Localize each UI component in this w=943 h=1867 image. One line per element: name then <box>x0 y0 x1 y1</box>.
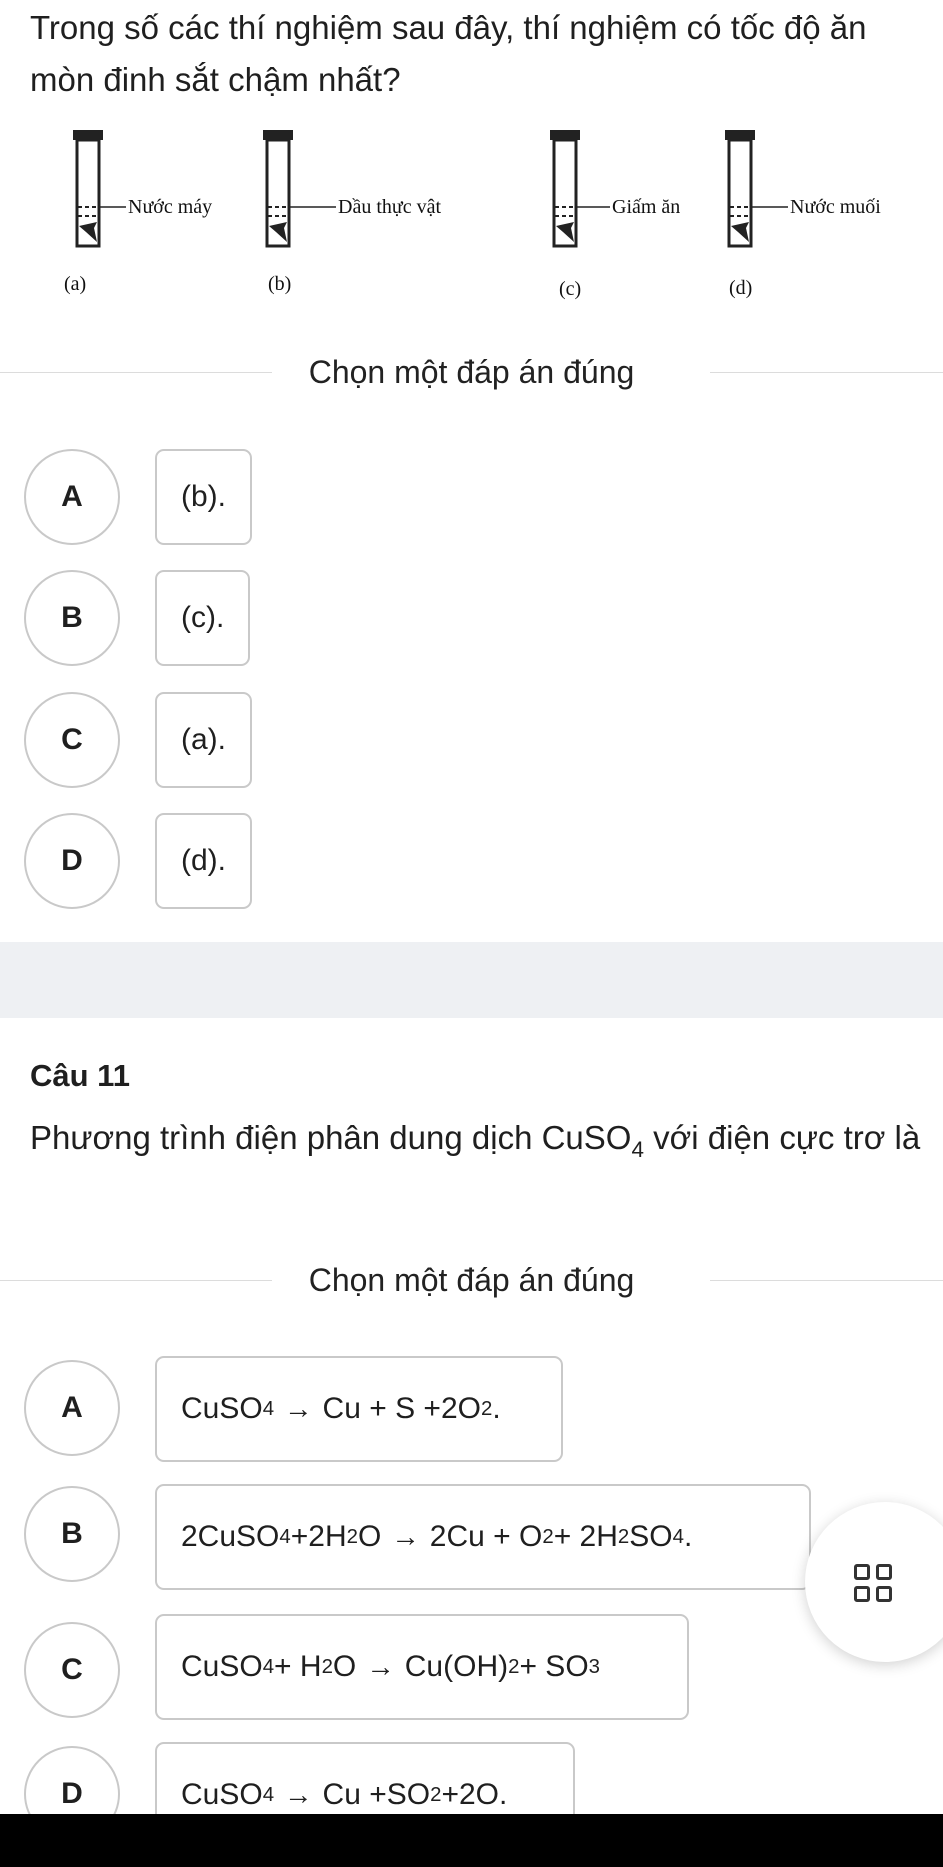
option-c-answer[interactable]: CuSO 4 + H 2 O → Cu(OH) 2 + SO 3 <box>155 1614 689 1720</box>
option-b-letter[interactable]: B <box>24 1486 120 1582</box>
tube-label-b: Dầu thực vật <box>338 196 441 218</box>
tube-label-d: Nước muối <box>790 196 881 218</box>
section-header: Chọn một đáp án đúng <box>0 1258 943 1302</box>
bottom-bar <box>0 1814 943 1867</box>
option-c-letter[interactable]: C <box>24 1622 120 1718</box>
question-text: Trong số các thí nghiệm sau đây, thí ngh… <box>30 9 867 98</box>
option-a-answer[interactable]: (b). <box>155 449 252 545</box>
section-header: Chọn một đáp án đúng <box>0 350 943 394</box>
tube-b: Dầu thực vật (b) <box>261 128 441 295</box>
tube-a: Nước máy (a) <box>64 128 212 295</box>
option-a-letter[interactable]: A <box>24 1360 120 1456</box>
question-number: Câu 11 <box>30 1058 130 1093</box>
question-grid-button[interactable] <box>805 1502 943 1662</box>
option-b-answer[interactable]: 2CuSO 4 +2H 2 O → 2Cu + O2 + 2H 2 SO 4. <box>155 1484 811 1590</box>
option-a-letter[interactable]: A <box>24 449 120 545</box>
question-separator <box>0 942 943 1018</box>
tube-tag-c: (c) <box>559 278 581 300</box>
grid-icon <box>854 1564 892 1602</box>
tube-tag-d: (d) <box>729 277 752 299</box>
option-b-answer[interactable]: (c). <box>155 570 251 666</box>
option-b-letter[interactable]: B <box>24 570 120 666</box>
option-c-answer[interactable]: (a). <box>155 692 252 788</box>
section-title: Chọn một đáp án đúng <box>308 1262 635 1298</box>
option-d-answer[interactable]: (d). <box>155 813 252 909</box>
option-c-letter[interactable]: C <box>24 692 120 788</box>
experiment-figure: Nước máy (a) Dầu thực vật (b) Giấm ăn (c… <box>64 128 881 300</box>
option-a-answer[interactable]: CuSO 4 → Cu + S +2O 2. <box>155 1356 563 1462</box>
tube-label-a: Nước máy <box>128 196 212 218</box>
option-d-letter[interactable]: D <box>24 813 120 909</box>
question-text: Phương trình điện phân dung dịch CuSO4 v… <box>30 1119 921 1162</box>
tube-tag-b: (b) <box>268 273 291 295</box>
tube-d: Nước muối (d) <box>723 128 881 299</box>
section-title: Chọn một đáp án đúng <box>308 354 635 390</box>
tube-tag-a: (a) <box>64 273 86 295</box>
tube-c: Giấm ăn (c) <box>548 128 680 300</box>
tube-label-c: Giấm ăn <box>612 196 680 218</box>
